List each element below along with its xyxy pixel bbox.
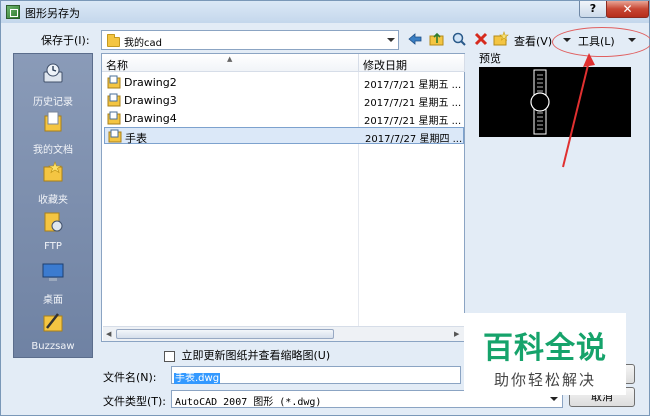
watermark-logo: 百科全说 助你轻松解决 xyxy=(464,313,626,395)
filename-label: 文件名(N): xyxy=(103,371,157,384)
update-thumbnail-option[interactable]: 立即更新图纸并查看缩略图(U) xyxy=(164,347,330,363)
chevron-down-icon xyxy=(550,397,558,401)
save-as-dialog: 图形另存为 ? ✕ 保存于(I): 我的cad 查看(V) 工具(L) 历史记录… xyxy=(0,0,650,416)
update-thumbnail-label: 立即更新图纸并查看缩略图(U) xyxy=(181,349,331,362)
filename-input[interactable]: 手表.dwg xyxy=(171,366,461,384)
watermark-subtitle: 助你轻松解决 xyxy=(493,371,596,389)
filename-selected-text: 手表.dwg xyxy=(174,373,221,384)
update-thumbnail-checkbox[interactable] xyxy=(164,350,175,362)
watermark-title: 百科全说 xyxy=(483,331,607,366)
filetype-label: 文件类型(T): xyxy=(103,395,167,408)
